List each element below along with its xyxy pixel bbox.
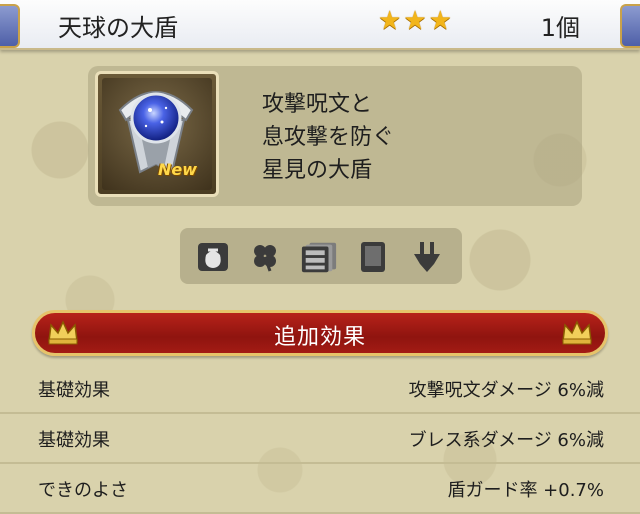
description-line: 星見の大盾 [262,158,373,183]
book-icon[interactable] [354,240,392,274]
effects-section-title: 追加効果 [273,325,366,350]
crown-icon [562,320,592,345]
effect-label: 基礎効果 [38,430,110,451]
star-icon: ★ [403,6,427,36]
item-description: 攻撃呪文と 息攻撃を防ぐ 星見の大盾 [262,88,394,187]
effect-value: ブレス系ダメージ 6%減 [408,430,604,451]
effects-banner: 追加効果 [32,310,608,356]
item-quantity: 1個 [540,14,580,42]
new-badge: New [158,160,198,179]
description-line: 攻撃呪文と [262,92,373,117]
item-name: 天球の大盾 [58,14,178,42]
effect-value: 攻撃呪文ダメージ 6%減 [408,380,604,401]
anchor-icon[interactable] [408,240,446,274]
item-icon-frame[interactable]: New [95,71,219,197]
description-line: 息攻撃を防ぐ [262,125,395,150]
clover-icon[interactable] [246,240,284,274]
dresser-icon[interactable] [300,240,338,274]
star-icon: ★ [428,6,452,36]
bag-icon[interactable] [194,240,232,274]
effect-row: できのよさ 盾ガード率 +0.7% [0,462,640,514]
effect-row: 基礎効果 攻撃呪文ダメージ 6%減 [0,362,640,414]
rarity-stars: ★★★ [378,6,454,36]
header-left-ornament [0,4,20,48]
item-header: 天球の大盾 ★★★ 1個 [0,0,640,50]
effect-row: 基礎効果 ブレス系ダメージ 6%減 [0,412,640,464]
effect-value: 盾ガード率 +0.7% [447,480,604,501]
star-icon: ★ [378,6,402,36]
header-right-ornament [620,4,640,48]
effect-label: できのよさ [38,480,128,501]
effect-label: 基礎効果 [38,380,110,401]
